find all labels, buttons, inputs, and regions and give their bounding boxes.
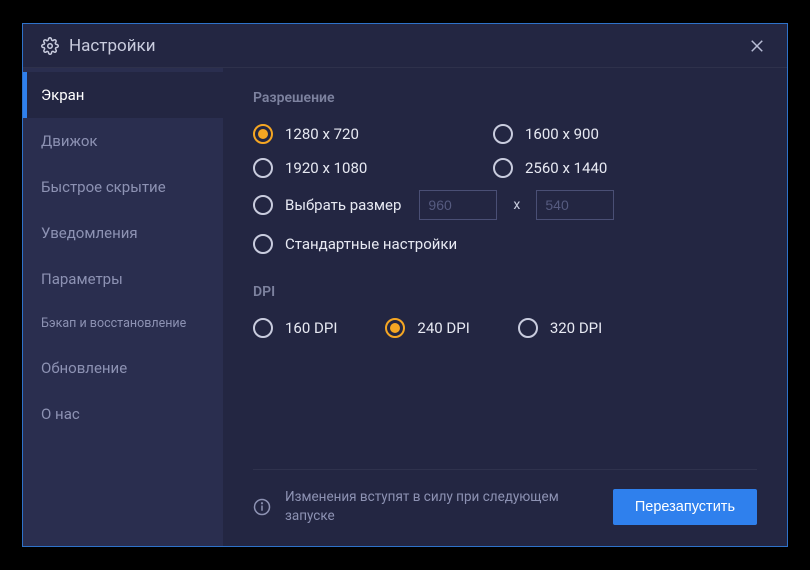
radio-icon bbox=[253, 158, 273, 178]
info-icon bbox=[253, 498, 271, 516]
sidebar-item-label: Экран bbox=[41, 86, 84, 104]
sidebar-item-backup-restore[interactable]: Бэкап и восстановление bbox=[23, 302, 223, 345]
sidebar-item-label: Быстрое скрытие bbox=[41, 178, 166, 196]
sidebar-item-label: Параметры bbox=[41, 270, 123, 288]
radio-icon bbox=[493, 158, 513, 178]
dpi-option-240[interactable]: 240 DPI bbox=[385, 318, 469, 338]
custom-width-input[interactable] bbox=[419, 190, 497, 220]
radio-icon bbox=[253, 318, 273, 338]
sidebar-item-about[interactable]: О нас bbox=[23, 391, 223, 437]
radio-label: 1920 х 1080 bbox=[285, 159, 367, 177]
window-body: Экран Движок Быстрое скрытие Уведомления… bbox=[23, 68, 787, 546]
resolution-option-1920x1080[interactable]: 1920 х 1080 bbox=[253, 158, 493, 178]
radio-icon bbox=[518, 318, 538, 338]
resolution-option-standard[interactable]: Стандартные настройки bbox=[253, 234, 757, 254]
sidebar-item-label: Бэкап и восстановление bbox=[41, 316, 186, 331]
window-title: Настройки bbox=[69, 36, 741, 56]
sidebar-item-notifications[interactable]: Уведомления bbox=[23, 210, 223, 256]
radio-icon bbox=[253, 124, 273, 144]
sidebar-item-quick-hide[interactable]: Быстрое скрытие bbox=[23, 164, 223, 210]
sidebar-item-update[interactable]: Обновление bbox=[23, 345, 223, 391]
custom-height-input[interactable] bbox=[536, 190, 614, 220]
sidebar-item-screen[interactable]: Экран bbox=[23, 72, 223, 118]
dimension-separator: x bbox=[509, 197, 524, 213]
radio-icon bbox=[253, 234, 273, 254]
titlebar: Настройки bbox=[23, 24, 787, 68]
dpi-options: 160 DPI 240 DPI 320 DPI bbox=[253, 318, 757, 338]
resolution-option-1600x900[interactable]: 1600 х 900 bbox=[493, 124, 757, 144]
close-icon bbox=[748, 37, 766, 55]
sidebar-item-label: Обновление bbox=[41, 359, 127, 377]
radio-label: 2560 х 1440 bbox=[525, 159, 607, 177]
main-panel: Разрешение 1280 х 720 1600 х 900 1920 х … bbox=[223, 68, 787, 546]
close-button[interactable] bbox=[741, 30, 773, 62]
sidebar-item-engine[interactable]: Движок bbox=[23, 118, 223, 164]
radio-label: 1600 х 900 bbox=[525, 125, 599, 143]
resolution-custom-row: Выбрать размер x bbox=[253, 190, 757, 220]
sidebar-item-label: Движок bbox=[41, 132, 98, 150]
radio-icon bbox=[385, 318, 405, 338]
gear-icon bbox=[41, 37, 59, 55]
radio-label: 240 DPI bbox=[417, 319, 469, 337]
resolution-option-1280x720[interactable]: 1280 х 720 bbox=[253, 124, 493, 144]
radio-label: 1280 х 720 bbox=[285, 125, 359, 143]
sidebar-item-label: Уведомления bbox=[41, 224, 138, 242]
radio-icon bbox=[493, 124, 513, 144]
resolution-heading: Разрешение bbox=[253, 90, 757, 106]
settings-window: Настройки Экран Движок Быстрое скрытие У… bbox=[22, 23, 788, 547]
restart-notice: Изменения вступят в силу при следующем з… bbox=[285, 488, 599, 526]
resolution-option-2560x1440[interactable]: 2560 х 1440 bbox=[493, 158, 757, 178]
resolution-options: 1280 х 720 1600 х 900 1920 х 1080 2560 х… bbox=[253, 124, 757, 178]
restart-button[interactable]: Перезапустить bbox=[613, 489, 757, 525]
radio-label: Выбрать размер bbox=[285, 196, 401, 214]
dpi-option-320[interactable]: 320 DPI bbox=[518, 318, 602, 338]
resolution-option-custom[interactable] bbox=[253, 195, 273, 215]
footer: Изменения вступят в силу при следующем з… bbox=[253, 469, 757, 546]
radio-label: Стандартные настройки bbox=[285, 235, 457, 253]
radio-label: 320 DPI bbox=[550, 319, 602, 337]
sidebar-item-parameters[interactable]: Параметры bbox=[23, 256, 223, 302]
dpi-option-160[interactable]: 160 DPI bbox=[253, 318, 337, 338]
sidebar: Экран Движок Быстрое скрытие Уведомления… bbox=[23, 68, 223, 546]
radio-label: 160 DPI bbox=[285, 319, 337, 337]
dpi-heading: DPI bbox=[253, 284, 757, 300]
sidebar-item-label: О нас bbox=[41, 405, 80, 423]
